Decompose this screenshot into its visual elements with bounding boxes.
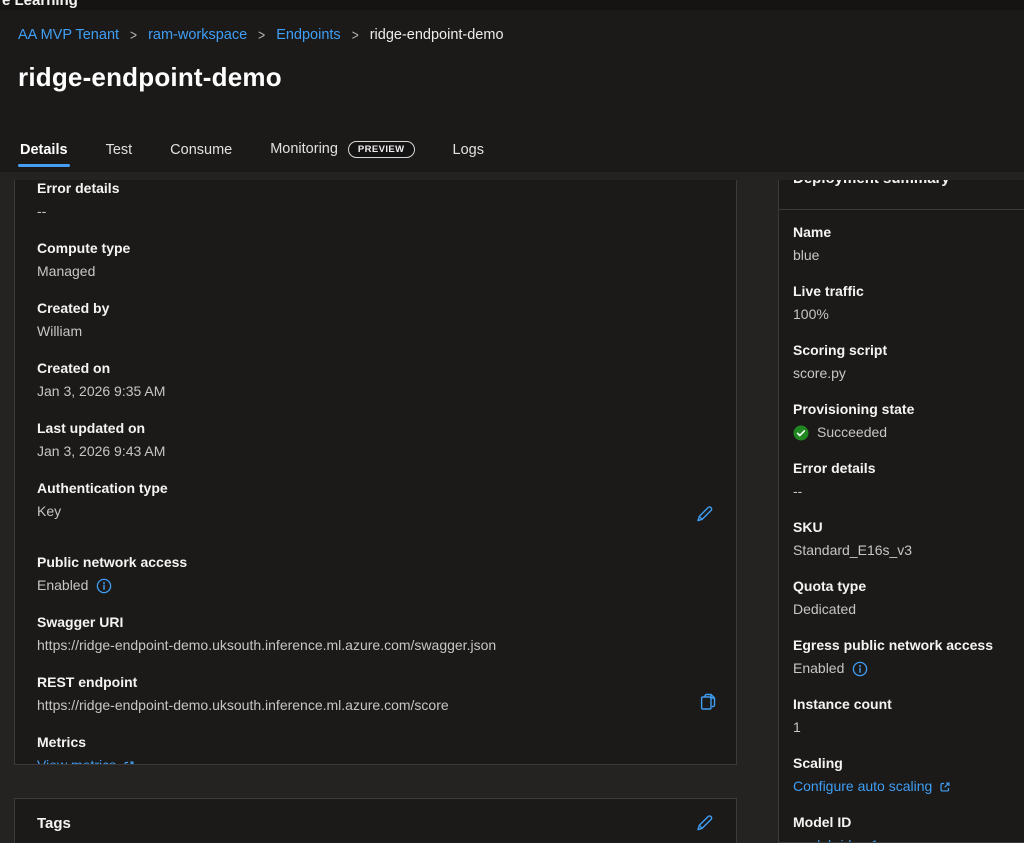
breadcrumb-current: ridge-endpoint-demo [370, 27, 504, 43]
edit-pencil-icon[interactable] [694, 504, 714, 524]
page-header: AA MVP Tenant > ram-workspace > Endpoint… [0, 10, 1024, 172]
endpoint-attributes-card: Error details -- Compute type Managed Cr… [14, 180, 737, 765]
field-scoring-script: Scoring script score.py [793, 340, 1024, 384]
breadcrumb-endpoints[interactable]: Endpoints [276, 27, 341, 43]
tab-logs[interactable]: Logs [451, 142, 486, 172]
tags-title: Tags [37, 815, 71, 832]
field-public-network-access: Public network access Enabled [37, 552, 714, 596]
breadcrumb-tenant[interactable]: AA MVP Tenant [18, 27, 119, 43]
field-model-id: Model ID model-ridge:1 [793, 812, 1024, 843]
field-error-details: Error details -- [37, 180, 714, 222]
checkmark-circle-icon [793, 425, 809, 441]
configure-auto-scaling-link[interactable]: Configure auto scaling [793, 776, 952, 797]
edit-pencil-icon[interactable] [694, 813, 714, 833]
panel-title-clipped: Deployment summary [779, 180, 1024, 209]
tab-test[interactable]: Test [104, 142, 135, 172]
info-icon[interactable] [96, 578, 112, 594]
copy-icon[interactable] [698, 692, 718, 712]
tab-details[interactable]: Details [18, 142, 70, 172]
tags-card: Tags [14, 798, 737, 843]
field-last-updated-on: Last updated on Jan 3, 2026 9:43 AM [37, 418, 714, 462]
tab-consume[interactable]: Consume [168, 142, 234, 172]
field-quota-type: Quota type Dedicated [793, 576, 1024, 620]
field-metrics: Metrics View metrics [37, 732, 714, 765]
breadcrumb-separator-icon: > [130, 26, 137, 44]
field-egress-public-network-access: Egress public network access Enabled [793, 635, 1024, 679]
breadcrumb-separator-icon: > [258, 26, 265, 44]
info-icon[interactable] [852, 661, 868, 677]
field-swagger-uri: Swagger URI https://ridge-endpoint-demo.… [37, 612, 714, 656]
tab-content-details: Error details -- Compute type Managed Cr… [0, 172, 1024, 843]
field-live-traffic: Live traffic 100% [793, 281, 1024, 325]
page-title: ridge-endpoint-demo [18, 62, 282, 93]
field-error-details: Error details -- [793, 458, 1024, 502]
tab-monitoring[interactable]: Monitoring PREVIEW [268, 141, 416, 173]
external-link-icon [122, 759, 136, 766]
app-header-strip: e Learning [0, 0, 1024, 10]
app-title-fragment: e Learning [2, 0, 78, 9]
field-created-on: Created on Jan 3, 2026 9:35 AM [37, 358, 714, 402]
field-sku: SKU Standard_E16s_v3 [793, 517, 1024, 561]
model-id-link[interactable]: model-ridge:1 [793, 835, 879, 843]
field-provisioning-state: Provisioning state Succeeded [793, 399, 1024, 443]
tab-bar: Details Test Consume Monitoring PREVIEW … [18, 141, 486, 173]
deployment-summary-panel: Deployment summary Name blue Live traffi… [778, 180, 1024, 843]
field-authentication-type: Authentication type Key [37, 478, 714, 522]
breadcrumb-separator-icon: > [352, 26, 359, 44]
view-metrics-link[interactable]: View metrics [37, 755, 136, 765]
field-created-by: Created by William [37, 298, 714, 342]
preview-badge: PREVIEW [348, 141, 415, 159]
field-scaling: Scaling Configure auto scaling [793, 753, 1024, 797]
breadcrumb: AA MVP Tenant > ram-workspace > Endpoint… [18, 27, 504, 43]
field-compute-type: Compute type Managed [37, 238, 714, 282]
breadcrumb-workspace[interactable]: ram-workspace [148, 27, 247, 43]
field-rest-endpoint: REST endpoint https://ridge-endpoint-dem… [37, 672, 714, 716]
field-instance-count: Instance count 1 [793, 694, 1024, 738]
field-deployment-name: Name blue [793, 222, 1024, 266]
external-link-icon [938, 780, 952, 794]
